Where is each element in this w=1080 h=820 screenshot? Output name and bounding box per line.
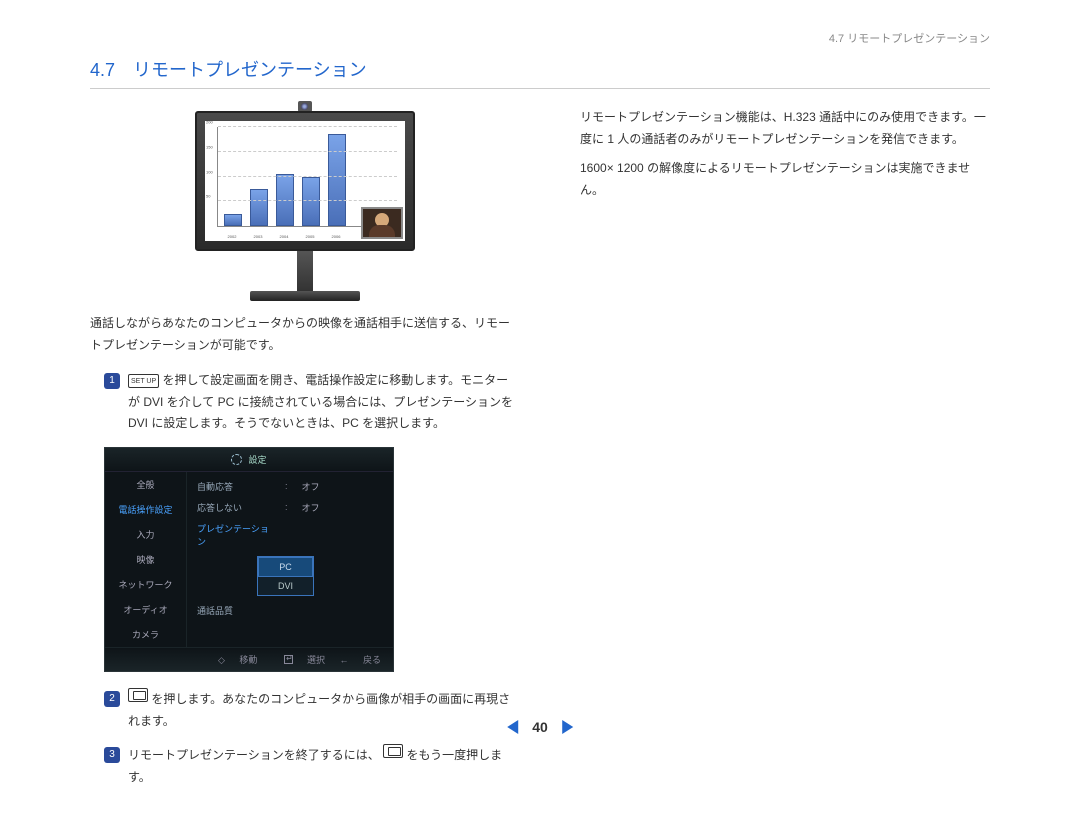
x-tick: 2005	[301, 234, 319, 239]
dropdown-row: PC DVI	[187, 552, 393, 600]
chart-bar	[250, 189, 268, 226]
nav-network: ネットワーク	[105, 572, 186, 597]
step-2: 2 を押します。あなたのコンピュータから画像が相手の画面に再現されます。	[90, 688, 520, 732]
gear-icon	[231, 454, 242, 465]
step-number: 3	[104, 747, 120, 763]
foot-back: 戻る	[363, 655, 381, 665]
step-3-text-a: リモートプレゼンテーションを終了するには、	[128, 748, 380, 762]
x-tick: 2004	[275, 234, 293, 239]
step-1-text: を押して設定画面を開き、電話操作設定に移動します。モニターが DVI を介して …	[128, 373, 513, 430]
foot-select: 選択	[307, 655, 325, 665]
presentation-key-icon	[128, 688, 148, 702]
setting-row: 通話品質	[187, 600, 393, 621]
setting-row: 自動応答 : オフ	[187, 476, 393, 497]
nav-camera: カメラ	[105, 622, 186, 647]
step-3: 3 リモートプレゼンテーションを終了するには、 をもう一度押します。	[90, 744, 520, 788]
nav-video: 映像	[105, 547, 186, 572]
enter-glyph-icon	[284, 655, 293, 664]
step-number: 1	[104, 373, 120, 389]
settings-footer: ◇ 移動 選択 ← 戻る	[105, 647, 393, 671]
row-value: オフ	[302, 480, 320, 493]
pager: 40	[507, 719, 573, 735]
settings-title: 設定	[248, 453, 266, 466]
setting-row-presentation: プレゼンテーション	[187, 518, 393, 552]
setting-row: 応答しない : オフ	[187, 497, 393, 518]
nav-audio: オーディオ	[105, 597, 186, 622]
x-tick: 2002	[223, 234, 241, 239]
step-2-text: を押します。あなたのコンピュータから画像が相手の画面に再現されます。	[128, 692, 510, 728]
presentation-key-icon	[383, 744, 403, 758]
monitor-illustration: 50100150200 20022003200420052006	[90, 107, 520, 301]
step-number: 2	[104, 691, 120, 707]
row-value: オフ	[302, 501, 320, 514]
nav-call-settings: 電話操作設定	[105, 497, 186, 522]
row-label: 応答しない	[197, 501, 275, 514]
step-1: 1 SET UP を押して設定画面を開き、電話操作設定に移動します。モニターが …	[90, 370, 520, 435]
foot-move: 移動	[239, 655, 257, 665]
row-label: 自動応答	[197, 480, 275, 493]
presentation-dropdown: PC DVI	[257, 556, 314, 596]
page-number: 40	[532, 719, 548, 735]
setup-key: SET UP	[128, 374, 159, 388]
nav-general: 全般	[105, 472, 186, 497]
x-tick: 2003	[249, 234, 267, 239]
chart-bar	[328, 134, 346, 226]
section-title: 4.7 リモートプレゼンテーション	[90, 56, 990, 89]
settings-screenshot: 設定 全般 電話操作設定 入力 映像 ネットワーク オーディオ カメラ 自動	[104, 447, 394, 672]
dropdown-option-dvi: DVI	[258, 577, 313, 595]
prev-page-button[interactable]	[507, 720, 518, 734]
x-tick: 2006	[327, 234, 345, 239]
chart-bar	[224, 214, 242, 226]
pip-video	[361, 207, 403, 239]
note-p2: 1600× 1200 の解像度によるリモートプレゼンテーションは実施できません。	[580, 158, 990, 201]
row-label: プレゼンテーション	[197, 522, 275, 548]
chart-bar	[302, 177, 320, 227]
dropdown-option-pc: PC	[258, 557, 313, 577]
breadcrumb: 4.7 リモートプレゼンテーション	[90, 30, 990, 46]
next-page-button[interactable]	[562, 720, 573, 734]
nav-input: 入力	[105, 522, 186, 547]
note-p1: リモートプレゼンテーション機能は、H.323 通話中にのみ使用できます。一度に …	[580, 107, 990, 150]
intro-text: 通話しながらあなたのコンピュータからの映像を通話相手に送信する、リモートプレゼン…	[90, 313, 520, 356]
row-label: 通話品質	[197, 604, 275, 617]
